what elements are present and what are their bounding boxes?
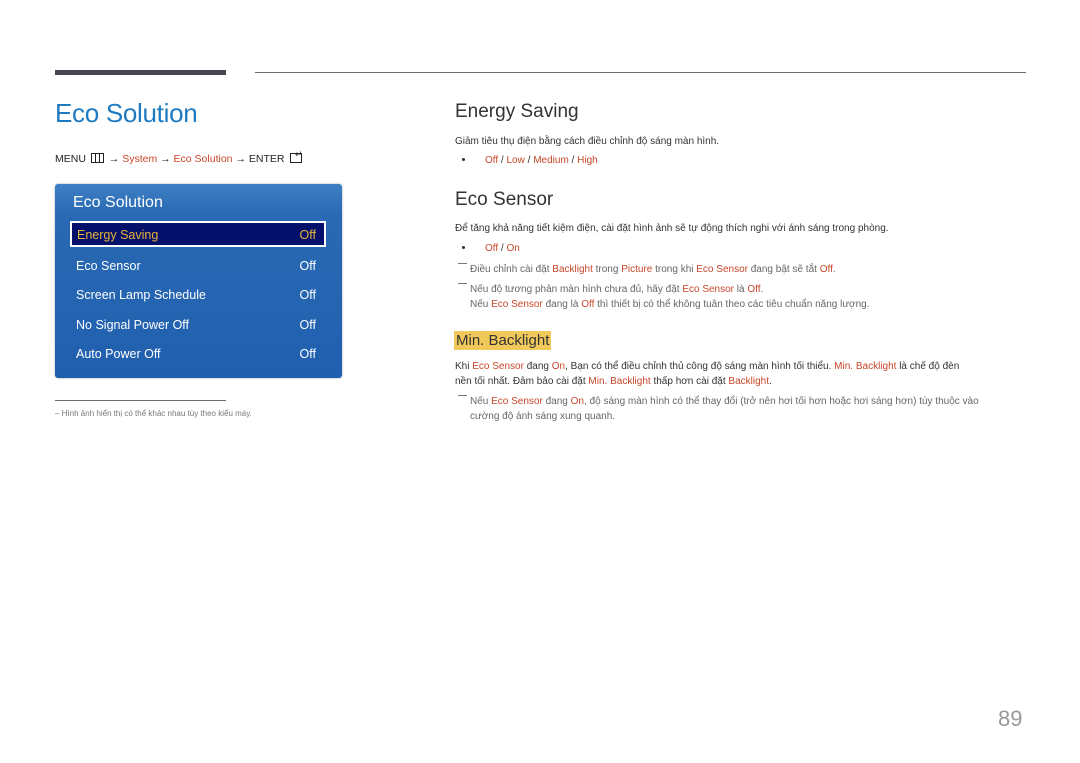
- text: đang bật sẽ tắt: [747, 264, 820, 275]
- text: , Bạn có thể điều chỉnh thủ công độ sáng…: [565, 361, 835, 372]
- osd-item-value: Off: [299, 228, 316, 242]
- text: Điều chỉnh cài đặt: [470, 264, 553, 275]
- keyword: Backlight: [552, 264, 593, 275]
- osd-item-eco-sensor[interactable]: Eco Sensor Off: [70, 253, 326, 279]
- menu-path-eco-solution: Eco Solution: [173, 153, 233, 165]
- eco-sensor-heading: Eco Sensor: [455, 189, 554, 210]
- energy-saving-desc: Giảm tiêu thụ điện bằng cách điều chỉnh …: [455, 136, 720, 147]
- osd-item-energy-saving[interactable]: Energy Saving Off: [70, 221, 326, 247]
- option-high: High: [577, 155, 598, 166]
- text: Nếu: [470, 299, 492, 310]
- energy-saving-options: Off / Low / Medium / High: [455, 154, 598, 169]
- text: , độ sáng màn hình có thể thay đổi (trở …: [583, 396, 979, 407]
- arrow: →: [160, 153, 171, 165]
- osd-item-value: Off: [299, 347, 316, 361]
- osd-item-label: Eco Sensor: [76, 259, 141, 273]
- keyword: Picture: [621, 264, 653, 275]
- keyword: On: [551, 361, 566, 372]
- keyword: Eco Sensor: [472, 361, 524, 372]
- energy-saving-heading: Energy Saving: [455, 101, 579, 122]
- header-rule: [255, 72, 1026, 73]
- arrow: →: [235, 153, 246, 165]
- option-low: Low: [506, 155, 525, 166]
- text: Nếu: [470, 396, 492, 407]
- eco-sensor-note-2: Nếu độ tương phản màn hình chưa đủ, hãy …: [458, 282, 869, 312]
- text: .: [768, 375, 772, 387]
- option-medium: Medium: [533, 155, 569, 166]
- menu-path-system: System: [122, 153, 158, 165]
- keyword: Eco Sensor: [682, 284, 735, 295]
- text: thấp hơn cài đặt: [650, 375, 729, 387]
- text: .: [760, 284, 764, 295]
- min-backlight-note: Nếu Eco Sensor đang On, độ sáng màn hình…: [458, 394, 979, 424]
- bullet: [462, 246, 465, 249]
- osd-item-label: Energy Saving: [77, 228, 159, 242]
- note-dash: [458, 395, 467, 396]
- sep: /: [498, 243, 507, 254]
- keyword: Off: [581, 299, 595, 310]
- text: đang: [542, 396, 571, 407]
- note-dash: [458, 263, 467, 264]
- header-bar-thick: [55, 70, 226, 75]
- min-backlight-desc: Khi Eco Sensor đang On, Bạn có thể điều …: [455, 360, 959, 389]
- keyword: Min. Backlight: [834, 361, 897, 372]
- osd-item-value: Off: [299, 318, 316, 332]
- osd-item-auto-power-off[interactable]: Auto Power Off Off: [70, 341, 326, 367]
- osd-item-value: Off: [299, 259, 316, 273]
- enter-label: ENTER: [248, 153, 285, 165]
- eco-sensor-desc: Để tăng khả năng tiết kiệm điện, cài đặt…: [455, 223, 889, 234]
- keyword: Min. Backlight: [588, 375, 651, 387]
- enter-icon: [290, 149, 303, 163]
- text: .: [832, 264, 836, 275]
- osd-item-value: Off: [299, 288, 316, 302]
- keyword: On: [570, 396, 584, 407]
- bullet: [462, 158, 465, 161]
- page-number: 89: [998, 706, 1023, 731]
- footnote: – Hình ảnh hiển thị có thể khác nhau tùy…: [55, 409, 252, 418]
- text: Khi: [455, 361, 473, 372]
- option-off: Off: [485, 155, 499, 166]
- text: là chế độ đèn: [896, 361, 960, 372]
- text: nền tối nhất. Đảm bảo cài đặt: [455, 375, 589, 387]
- text: là: [734, 284, 748, 295]
- text: Nếu độ tương phản màn hình chưa đủ, hãy …: [470, 284, 683, 295]
- min-backlight-heading: Min. Backlight: [454, 331, 552, 350]
- osd-item-label: No Signal Power Off: [76, 318, 190, 332]
- note-dash: [458, 283, 467, 284]
- keyword: Backlight: [728, 375, 769, 387]
- osd-title: Eco Solution: [73, 194, 163, 211]
- menu-grid-icon: [90, 153, 104, 163]
- option-off: Off: [485, 243, 499, 254]
- menu-label: MENU: [55, 153, 86, 165]
- footnote-rule: [55, 400, 226, 401]
- osd-menu-panel: Eco Solution Energy Saving Off Eco Senso…: [55, 184, 342, 378]
- text: đang là: [542, 299, 582, 310]
- text: cường độ ánh sáng xung quanh.: [470, 411, 616, 422]
- keyword: Eco Sensor: [491, 396, 543, 407]
- eco-sensor-note-1: Điều chỉnh cài đặt Backlight trong Pictu…: [458, 262, 836, 277]
- page-title: Eco Solution: [55, 98, 198, 128]
- sep: /: [498, 155, 507, 166]
- arrow: →: [108, 153, 120, 165]
- option-on: On: [506, 243, 520, 254]
- sep: /: [524, 155, 534, 166]
- keyword: Off: [819, 264, 833, 275]
- menu-path: MENU → System → Eco Solution → ENTER: [55, 149, 303, 165]
- osd-item-no-signal-power-off[interactable]: No Signal Power Off Off: [70, 312, 326, 338]
- osd-item-label: Screen Lamp Schedule: [76, 288, 206, 302]
- text: trong khi: [652, 264, 697, 275]
- text: trong: [592, 264, 622, 275]
- sep: /: [568, 155, 578, 166]
- eco-sensor-options: Off / On: [455, 242, 520, 257]
- osd-item-screen-lamp-schedule[interactable]: Screen Lamp Schedule Off: [70, 282, 326, 308]
- osd-item-label: Auto Power Off: [76, 347, 161, 361]
- keyword: Eco Sensor: [491, 299, 543, 310]
- text: đang: [523, 361, 552, 372]
- text: thì thiết bị có thể không tuân theo các …: [594, 299, 870, 310]
- keyword: Off: [747, 284, 761, 295]
- keyword: Eco Sensor: [696, 264, 748, 275]
